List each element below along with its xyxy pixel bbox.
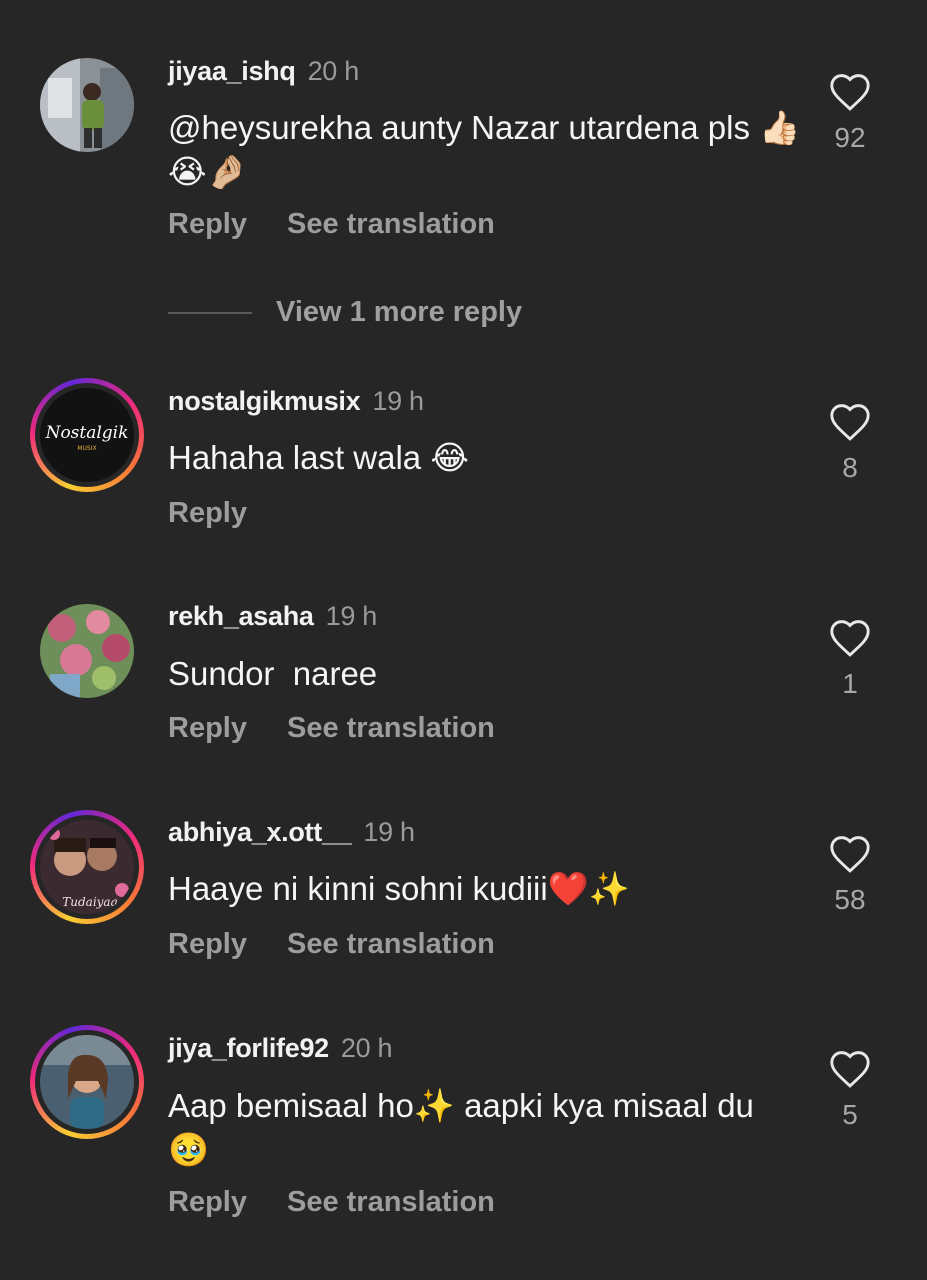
see-translation-button[interactable]: See translation	[287, 928, 495, 960]
reply-button[interactable]: Reply	[168, 928, 247, 960]
avatar[interactable]	[40, 604, 134, 698]
see-translation-button[interactable]: See translation	[287, 712, 495, 744]
comment-text: Hahaha last wala 😂	[168, 439, 469, 476]
heart-outline-icon[interactable]	[828, 402, 872, 442]
avatar[interactable]: Nostalgik MUSIX	[30, 378, 144, 492]
comment-header: nostalgikmusix 19 h	[168, 386, 424, 417]
view-more-replies-label: View 1 more reply	[276, 296, 523, 328]
username[interactable]: jiya_forlife92	[168, 1033, 329, 1063]
reply-button[interactable]: Reply	[168, 497, 247, 529]
comment-header: rekh_asaha 19 h	[168, 601, 377, 632]
comment-header: jiya_forlife92 20 h	[168, 1033, 393, 1064]
timestamp: 19 h	[372, 386, 424, 416]
avatar[interactable]	[30, 1025, 144, 1139]
comment-actions: Reply See translation	[168, 712, 535, 745]
like-count: 58	[834, 884, 866, 915]
timestamp: 20 h	[340, 1033, 393, 1063]
see-translation-button[interactable]: See translation	[287, 1186, 495, 1218]
like-control: 5	[826, 1049, 874, 1131]
like-control: 8	[826, 402, 874, 484]
username[interactable]: jiyaa_ishq	[168, 56, 296, 86]
like-count: 92	[834, 122, 866, 153]
reply-button[interactable]: Reply	[168, 712, 247, 744]
timestamp: 20 h	[307, 56, 360, 86]
comment-actions: Reply See translation	[168, 928, 535, 961]
avatar-logo-text: Nostalgik	[45, 423, 129, 443]
comment-actions: Reply	[168, 497, 287, 530]
timestamp: 19 h	[363, 817, 415, 847]
username[interactable]: nostalgikmusix	[168, 386, 361, 416]
comment-text: Aap bemisaal ho✨ aapki kya misaal du🥹	[168, 1087, 754, 1168]
reply-button[interactable]: Reply	[168, 208, 247, 240]
like-count: 5	[842, 1099, 858, 1130]
avatar[interactable]	[40, 58, 134, 152]
comment-actions: Reply See translation	[168, 1186, 535, 1219]
reply-button[interactable]: Reply	[168, 1186, 247, 1218]
comment-header: abhiya_x.ott__ 19 h	[168, 817, 415, 848]
timestamp: 19 h	[325, 601, 378, 631]
like-count: 1	[842, 668, 858, 699]
heart-outline-icon[interactable]	[828, 1049, 872, 1089]
avatar[interactable]: Tudaiyaa	[30, 810, 144, 924]
comment-text: Sundor naree	[168, 655, 378, 692]
divider	[168, 311, 252, 314]
avatar-logo-text: Tudaiyaa	[62, 895, 118, 909]
heart-outline-icon[interactable]	[828, 72, 872, 112]
like-control: 58	[826, 834, 874, 916]
heart-outline-icon[interactable]	[828, 834, 872, 874]
comment-actions: Reply See translation	[168, 208, 535, 241]
avatar-logo-subtext: MUSIX	[77, 445, 96, 452]
see-translation-button[interactable]: See translation	[287, 208, 495, 240]
username[interactable]: rekh_asaha	[168, 601, 314, 631]
username[interactable]: abhiya_x.ott__	[168, 817, 352, 847]
heart-outline-icon[interactable]	[828, 618, 872, 658]
comment-text: @heysurekha aunty Nazar utardena pls 👍🏻😭…	[168, 109, 801, 190]
like-count: 8	[842, 452, 858, 483]
view-more-replies-button[interactable]: View 1 more reply	[168, 296, 522, 329]
like-control: 92	[826, 72, 874, 154]
comment-header: jiyaa_ishq 20 h	[168, 56, 359, 87]
comment-text: Haaye ni kinni sohni kudiii❤️✨	[168, 870, 630, 907]
like-control: 1	[826, 618, 874, 700]
